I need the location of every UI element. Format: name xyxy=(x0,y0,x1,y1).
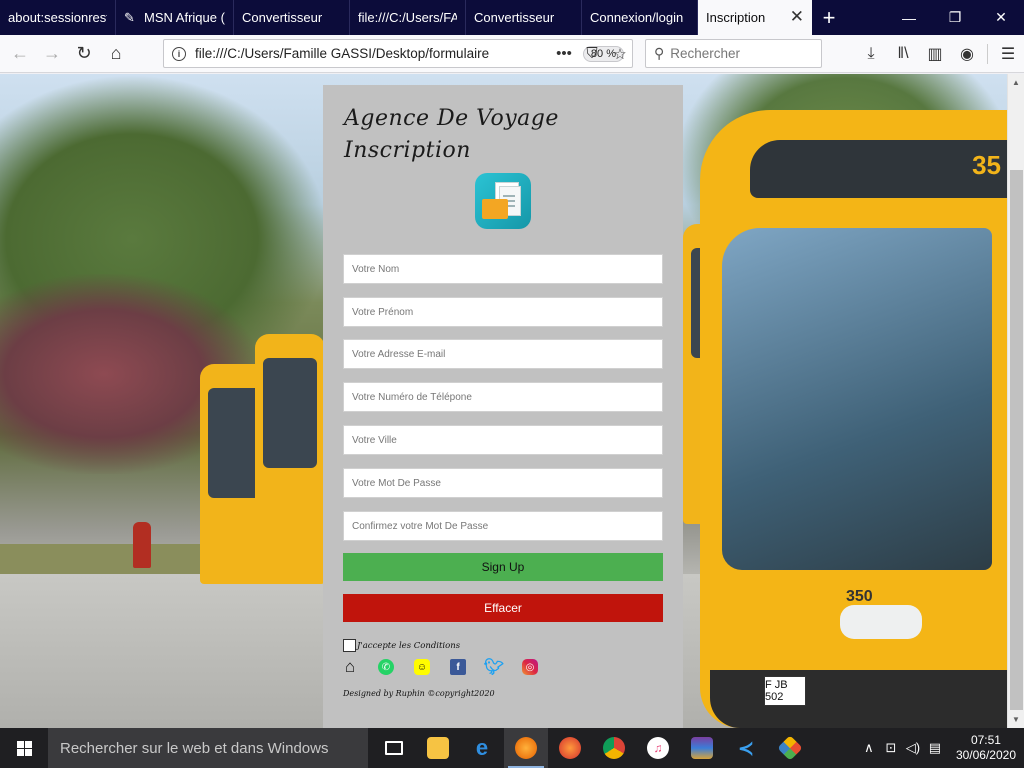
pocket-icon[interactable]: ⛉ xyxy=(578,45,606,62)
search-bar[interactable]: ⚲ Rechercher xyxy=(645,39,822,68)
network-icon[interactable]: ⊡ xyxy=(880,740,902,756)
tab-bar: about:sessionrestore ✎ MSN Afrique ( Con… xyxy=(0,0,1024,35)
search-icon: ⚲ xyxy=(654,45,665,61)
agency-title: Agence De Voyage xyxy=(344,106,559,131)
new-tab-button[interactable]: + xyxy=(812,0,846,35)
back-arrow-icon[interactable]: ← xyxy=(4,38,36,70)
search-placeholder: Rechercher xyxy=(670,46,741,61)
close-tab-icon[interactable]: ✕ xyxy=(790,8,804,26)
page-scrollbar[interactable]: ▲ ▼ xyxy=(1007,74,1024,728)
signup-form-panel: Agence De Voyage Inscription Sign Up Eff… xyxy=(323,85,683,728)
account-icon[interactable]: ◉ xyxy=(951,44,983,64)
snapchat-icon[interactable]: ☺ xyxy=(414,659,430,675)
tab-label: Convertisseur xyxy=(474,10,555,25)
home-icon[interactable]: ⌂ xyxy=(342,657,358,676)
tab-convertisseur-2[interactable]: Convertisseur xyxy=(466,0,582,35)
scroll-up-icon[interactable]: ▲ xyxy=(1012,78,1020,87)
taskbar-search[interactable]: Rechercher sur le web et dans Windows xyxy=(48,728,368,768)
bus-side-number: 350 xyxy=(846,588,873,605)
terms-checkbox[interactable] xyxy=(343,639,356,652)
minimize-icon[interactable]: — xyxy=(886,0,932,35)
scrollbar-thumb[interactable] xyxy=(1010,170,1023,710)
nav-bar: ← → ↻ ⌂ i file:///C:/Users/Famille GASSI… xyxy=(0,35,1024,73)
restore-icon[interactable]: ❐ xyxy=(932,0,978,35)
documents-folder-icon xyxy=(475,173,531,229)
file-explorer-icon[interactable] xyxy=(416,728,460,768)
form-title: Inscription xyxy=(344,138,471,163)
tab-label: Connexion/login xyxy=(590,10,684,25)
home-icon[interactable]: ⌂ xyxy=(100,38,132,70)
git-icon[interactable] xyxy=(768,728,812,768)
tab-inscription[interactable]: Inscription ✕ xyxy=(698,0,812,35)
download-icon[interactable]: ⤓ xyxy=(855,45,887,63)
phone-input[interactable] xyxy=(343,382,663,412)
tab-convertisseur-1[interactable]: Convertisseur xyxy=(234,0,350,35)
whatsapp-icon[interactable]: ✆ xyxy=(378,659,394,675)
windows-taskbar: Rechercher sur le web et dans Windows e … xyxy=(0,728,1024,768)
last-name-input[interactable] xyxy=(343,254,663,284)
itunes-icon[interactable]: ♫ xyxy=(636,728,680,768)
winrar-icon[interactable] xyxy=(680,728,724,768)
tab-label: about:sessionrestore xyxy=(8,10,107,25)
facebook-icon[interactable]: f xyxy=(450,659,466,675)
start-button[interactable] xyxy=(0,728,48,768)
license-plate: F JB 502 xyxy=(764,676,806,706)
fire-hydrant xyxy=(133,522,151,568)
sidebar-icon[interactable]: ▥ xyxy=(919,44,951,64)
url-text[interactable]: file:///C:/Users/Famille GASSI/Desktop/f… xyxy=(195,46,577,61)
library-icon[interactable]: ‖\ xyxy=(887,45,919,63)
first-name-input[interactable] xyxy=(343,297,663,327)
reset-button[interactable]: Effacer xyxy=(343,594,663,622)
task-view-icon[interactable] xyxy=(372,728,416,768)
background-bus xyxy=(255,334,325,584)
info-icon[interactable]: i xyxy=(172,46,186,61)
clock-date: 30/06/2020 xyxy=(955,748,1016,762)
credits-text: Designed by Ruphin ©copyright2020 xyxy=(343,689,495,698)
instagram-icon[interactable]: ◎ xyxy=(522,659,538,675)
password-input[interactable] xyxy=(343,468,663,498)
more-actions-icon[interactable]: ••• xyxy=(550,45,578,62)
background-bus-front: 35 350 F JB 502 xyxy=(700,110,1007,728)
bookmark-star-icon[interactable]: ☆ xyxy=(606,45,634,63)
page-title: Agence De Voyage Inscription xyxy=(344,103,559,167)
tab-msn[interactable]: ✎ MSN Afrique ( xyxy=(116,0,234,35)
scroll-down-icon[interactable]: ▼ xyxy=(1012,715,1020,724)
terms-row: J'accepte les Conditions xyxy=(343,639,460,652)
msn-icon: ✎ xyxy=(124,9,135,25)
email-input[interactable] xyxy=(343,339,663,369)
signup-button[interactable]: Sign Up xyxy=(343,553,663,581)
firefox-icon[interactable] xyxy=(504,728,548,768)
tab-label: MSN Afrique ( xyxy=(144,10,225,25)
tab-label: Convertisseur xyxy=(242,10,323,25)
reload-icon[interactable]: ↻ xyxy=(68,38,100,70)
chevron-up-icon[interactable]: ∧ xyxy=(858,740,880,756)
social-links: ⌂ ✆ ☺ f 🐦︎ ◎ xyxy=(342,657,558,676)
chrome-icon[interactable] xyxy=(592,728,636,768)
clock[interactable]: 07:51 30/06/2020 xyxy=(956,733,1016,763)
terms-label: J'accepte les Conditions xyxy=(357,640,461,651)
vscode-icon[interactable]: ≺ xyxy=(724,728,768,768)
windows-logo-icon xyxy=(16,740,32,756)
edge-icon[interactable]: e xyxy=(460,728,504,768)
firefox-dev-icon[interactable] xyxy=(548,728,592,768)
clock-time: 07:51 xyxy=(970,733,1001,747)
city-input[interactable] xyxy=(343,425,663,455)
twitter-icon[interactable]: 🐦︎ xyxy=(484,659,504,676)
tab-connexion[interactable]: Connexion/login xyxy=(582,0,698,35)
tab-label: Inscription xyxy=(706,10,766,25)
close-window-icon[interactable]: ✕ xyxy=(978,0,1024,35)
volume-icon[interactable]: ◁) xyxy=(902,740,924,756)
tab-file[interactable]: file:///C:/Users/FA xyxy=(350,0,466,35)
menu-icon[interactable]: ☰ xyxy=(992,44,1024,64)
taskbar-search-placeholder: Rechercher sur le web et dans Windows xyxy=(60,739,329,757)
forward-arrow-icon[interactable]: → xyxy=(36,38,68,70)
tab-sessionrestore[interactable]: about:sessionrestore xyxy=(0,0,116,35)
tab-label: file:///C:/Users/FA xyxy=(358,10,457,25)
notifications-icon[interactable]: ▤ xyxy=(924,740,946,756)
page-viewport: 35 350 F JB 502 Agence De Voyage Inscrip… xyxy=(0,74,1007,728)
bus-number: 35 xyxy=(972,150,1001,180)
system-tray: ∧ ⊡ ◁) ▤ 07:51 30/06/2020 xyxy=(858,733,1024,763)
toolbar-separator xyxy=(987,44,988,64)
confirm-password-input[interactable] xyxy=(343,511,663,541)
